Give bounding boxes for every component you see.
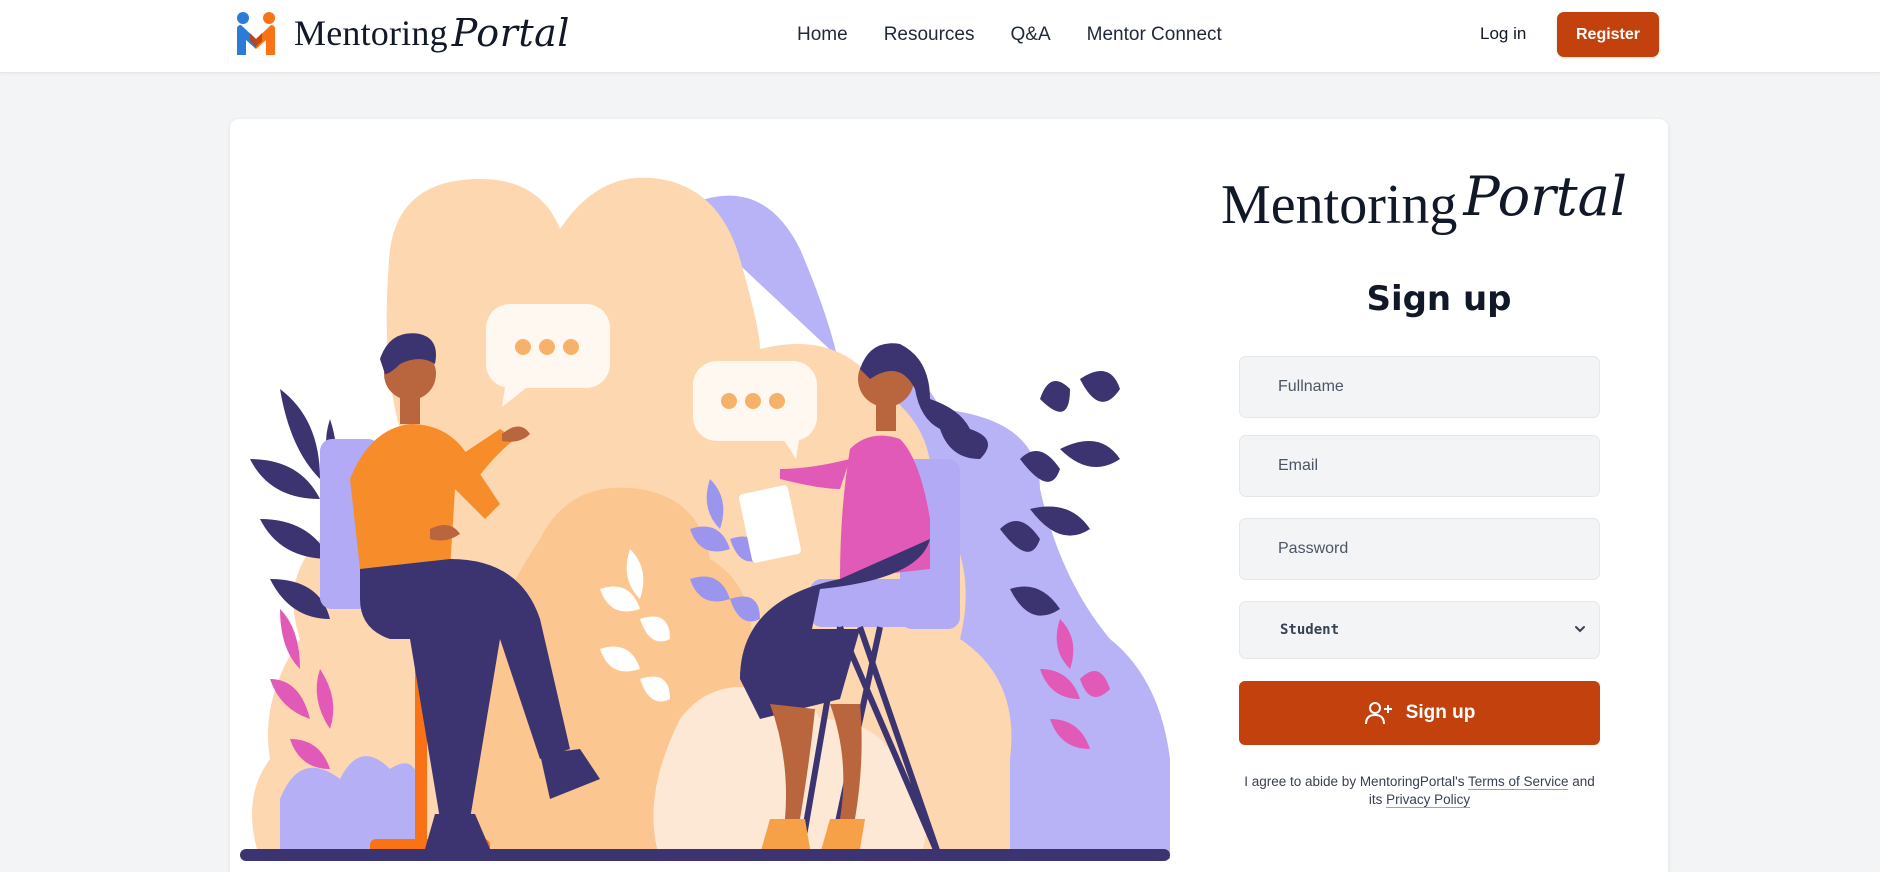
- password-field[interactable]: [1239, 518, 1600, 580]
- site-logo[interactable]: Mentoring Portal: [234, 8, 570, 58]
- nav-mentor-connect[interactable]: Mentor Connect: [1087, 20, 1222, 46]
- nav-qa[interactable]: Q&A: [1011, 20, 1051, 46]
- top-nav-bar: Mentoring Portal Home Resources Q&A Ment…: [0, 0, 1880, 73]
- logo-word: Mentoring: [294, 13, 448, 53]
- form-title: Sign up: [1366, 279, 1512, 319]
- terms-of-service-link[interactable]: Terms of Service: [1467, 774, 1569, 790]
- role-select-value: Student: [1280, 622, 1340, 638]
- form-brand-logo: Mentoring Portal: [1221, 165, 1651, 249]
- terms-notice: I agree to abide by MentoringPortal's Te…: [1239, 773, 1600, 809]
- main-nav: Home Resources Q&A Mentor Connect: [797, 20, 1222, 46]
- login-link[interactable]: Log in: [1480, 24, 1526, 44]
- nav-resources[interactable]: Resources: [884, 20, 975, 46]
- signup-button-label: Sign up: [1405, 702, 1476, 723]
- terms-prefix: I agree to abide by MentoringPortal's: [1244, 774, 1468, 789]
- signup-card: Mentoring Portal Sign up Student Sign up…: [229, 118, 1669, 872]
- nav-home[interactable]: Home: [797, 20, 848, 46]
- logo-script: Portal: [451, 11, 570, 55]
- register-button[interactable]: Register: [1557, 12, 1659, 57]
- m-logo-icon: [237, 12, 275, 55]
- user-plus-icon: [1364, 702, 1392, 725]
- form-brand-word: Mentoring: [1221, 174, 1458, 236]
- privacy-policy-link[interactable]: Privacy Policy: [1386, 792, 1471, 808]
- fullname-field[interactable]: [1239, 356, 1600, 418]
- form-brand-script: Portal: [1463, 165, 1628, 228]
- chevron-down-icon: [1575, 626, 1585, 633]
- email-field[interactable]: [1239, 435, 1600, 497]
- signup-button[interactable]: Sign up: [1239, 681, 1600, 745]
- mentoring-illustration: [240, 177, 1170, 861]
- role-select[interactable]: Student: [1239, 601, 1600, 659]
